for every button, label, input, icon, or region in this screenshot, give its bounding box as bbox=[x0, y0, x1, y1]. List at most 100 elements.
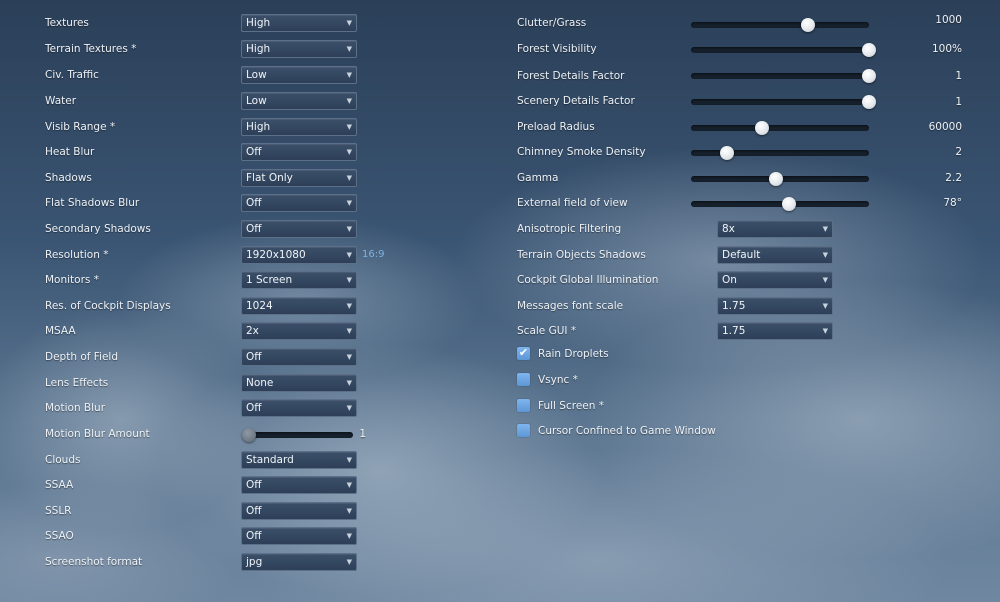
civ-traffic-dropdown[interactable]: Low ▼ bbox=[241, 66, 357, 84]
cursor-confined-checkbox[interactable]: ✔ bbox=[517, 424, 530, 437]
motion-blur-amount-slider[interactable] bbox=[242, 427, 353, 443]
scenery-details-value: 1 bbox=[955, 96, 962, 108]
chimney-smoke-slider[interactable] bbox=[691, 145, 869, 161]
slider-track bbox=[691, 125, 869, 131]
visib-range-label: Visib Range * bbox=[45, 121, 116, 133]
slider-knob[interactable] bbox=[862, 95, 876, 109]
dropdown-value: Low bbox=[246, 69, 267, 81]
chevron-down-icon: ▼ bbox=[346, 45, 352, 53]
messages-font-scale-label: Messages font scale bbox=[517, 300, 624, 312]
preload-radius-slider[interactable] bbox=[691, 120, 869, 136]
cockpit-gi-label: Cockpit Global Illumination bbox=[517, 274, 659, 286]
shadows-label: Shadows bbox=[45, 172, 92, 184]
terrain-objects-shadows-label: Terrain Objects Shadows bbox=[517, 249, 646, 261]
dropdown-value: 1 Screen bbox=[246, 274, 293, 286]
visib-range-dropdown[interactable]: High ▼ bbox=[241, 118, 357, 136]
monitors-label: Monitors * bbox=[45, 274, 99, 286]
forest-visibility-label: Forest Visibility bbox=[517, 43, 597, 55]
sslr-label: SSLR bbox=[45, 505, 72, 517]
monitors-dropdown[interactable]: 1 Screen ▼ bbox=[241, 271, 357, 289]
external-fov-slider[interactable] bbox=[691, 196, 869, 212]
ssaa-label: SSAA bbox=[45, 479, 74, 491]
dropdown-value: 1.75 bbox=[722, 300, 746, 312]
secondary-shadows-dropdown[interactable]: Off ▼ bbox=[241, 220, 357, 238]
sslr-dropdown[interactable]: Off ▼ bbox=[241, 502, 357, 520]
slider-knob[interactable] bbox=[242, 428, 256, 442]
forest-details-slider[interactable] bbox=[691, 68, 876, 84]
scenery-details-label: Scenery Details Factor bbox=[517, 95, 635, 107]
clouds-label: Clouds bbox=[45, 454, 81, 466]
dropdown-value: Off bbox=[246, 197, 262, 209]
dropdown-value: Off bbox=[246, 479, 262, 491]
water-dropdown[interactable]: Low ▼ bbox=[241, 92, 357, 110]
chevron-down-icon: ▼ bbox=[346, 558, 352, 566]
flat-shadows-blur-dropdown[interactable]: Off ▼ bbox=[241, 194, 357, 212]
anisotropic-filtering-dropdown[interactable]: 8x ▼ bbox=[717, 220, 833, 238]
clutter-grass-label: Clutter/Grass bbox=[517, 17, 587, 29]
slider-track bbox=[249, 432, 353, 438]
resolution-dropdown[interactable]: 1920x1080 ▼ bbox=[241, 246, 357, 264]
cockpit-displays-dropdown[interactable]: 1024 ▼ bbox=[241, 297, 357, 315]
slider-knob[interactable] bbox=[719, 146, 734, 160]
dropdown-value: Off bbox=[246, 351, 262, 363]
chevron-down-icon: ▼ bbox=[822, 251, 828, 259]
scenery-details-slider[interactable] bbox=[691, 94, 876, 110]
messages-font-scale-dropdown[interactable]: 1.75 ▼ bbox=[717, 297, 833, 315]
clouds-dropdown[interactable]: Standard ▼ bbox=[241, 451, 357, 469]
textures-label: Textures bbox=[45, 17, 89, 29]
checkmark-icon: ✔ bbox=[518, 346, 529, 359]
gamma-slider[interactable] bbox=[691, 171, 869, 187]
slider-track bbox=[691, 150, 869, 156]
secondary-shadows-label: Secondary Shadows bbox=[45, 223, 151, 235]
clutter-grass-slider[interactable] bbox=[691, 17, 869, 33]
slider-track bbox=[691, 22, 869, 28]
motion-blur-amount-value: 1 bbox=[359, 428, 366, 440]
terrain-textures-dropdown[interactable]: High ▼ bbox=[241, 40, 357, 58]
depth-of-field-dropdown[interactable]: Off ▼ bbox=[241, 348, 357, 366]
chevron-down-icon: ▼ bbox=[822, 225, 828, 233]
screenshot-format-label: Screenshot format bbox=[45, 556, 143, 568]
screenshot-format-dropdown[interactable]: jpg ▼ bbox=[241, 553, 357, 571]
slider-knob[interactable] bbox=[755, 121, 770, 135]
vsync-label: Vsync * bbox=[538, 374, 578, 386]
msaa-dropdown[interactable]: 2x ▼ bbox=[241, 322, 357, 340]
chevron-down-icon: ▼ bbox=[346, 456, 352, 464]
ssao-dropdown[interactable]: Off ▼ bbox=[241, 527, 357, 545]
chevron-down-icon: ▼ bbox=[346, 199, 352, 207]
chimney-smoke-label: Chimney Smoke Density bbox=[517, 146, 646, 158]
slider-knob[interactable] bbox=[769, 172, 784, 186]
slider-knob[interactable] bbox=[781, 197, 796, 211]
forest-visibility-slider[interactable] bbox=[691, 42, 876, 58]
chevron-down-icon: ▼ bbox=[346, 481, 352, 489]
cockpit-gi-dropdown[interactable]: On ▼ bbox=[717, 271, 833, 289]
chevron-down-icon: ▼ bbox=[346, 19, 352, 27]
dropdown-value: High bbox=[246, 43, 271, 55]
vsync-checkbox[interactable]: ✔ bbox=[517, 373, 530, 386]
chevron-down-icon: ▼ bbox=[346, 379, 352, 387]
preload-radius-label: Preload Radius bbox=[517, 121, 595, 133]
rain-droplets-label: Rain Droplets bbox=[538, 348, 609, 360]
dropdown-value: High bbox=[246, 121, 271, 133]
gamma-label: Gamma bbox=[517, 172, 559, 184]
dropdown-value: Off bbox=[246, 146, 262, 158]
scale-gui-dropdown[interactable]: 1.75 ▼ bbox=[717, 322, 833, 340]
slider-knob[interactable] bbox=[862, 69, 876, 83]
lens-effects-label: Lens Effects bbox=[45, 377, 109, 389]
slider-knob[interactable] bbox=[801, 18, 816, 32]
slider-track bbox=[691, 47, 869, 53]
textures-dropdown[interactable]: High ▼ bbox=[241, 14, 357, 32]
terrain-objects-shadows-dropdown[interactable]: Default ▼ bbox=[717, 246, 833, 264]
lens-effects-dropdown[interactable]: None ▼ bbox=[241, 374, 357, 392]
dropdown-value: 8x bbox=[722, 223, 735, 235]
chevron-down-icon: ▼ bbox=[346, 71, 352, 79]
full-screen-label: Full Screen * bbox=[538, 400, 604, 412]
full-screen-checkbox[interactable]: ✔ bbox=[517, 399, 530, 412]
slider-knob[interactable] bbox=[862, 43, 876, 57]
rain-droplets-checkbox[interactable]: ✔ bbox=[517, 346, 530, 360]
dropdown-value: Off bbox=[246, 402, 262, 414]
shadows-dropdown[interactable]: Flat Only ▼ bbox=[241, 169, 357, 187]
motion-blur-dropdown[interactable]: Off ▼ bbox=[241, 399, 357, 417]
heat-blur-dropdown[interactable]: Off ▼ bbox=[241, 143, 357, 161]
water-label: Water bbox=[45, 95, 77, 107]
ssaa-dropdown[interactable]: Off ▼ bbox=[241, 476, 357, 494]
